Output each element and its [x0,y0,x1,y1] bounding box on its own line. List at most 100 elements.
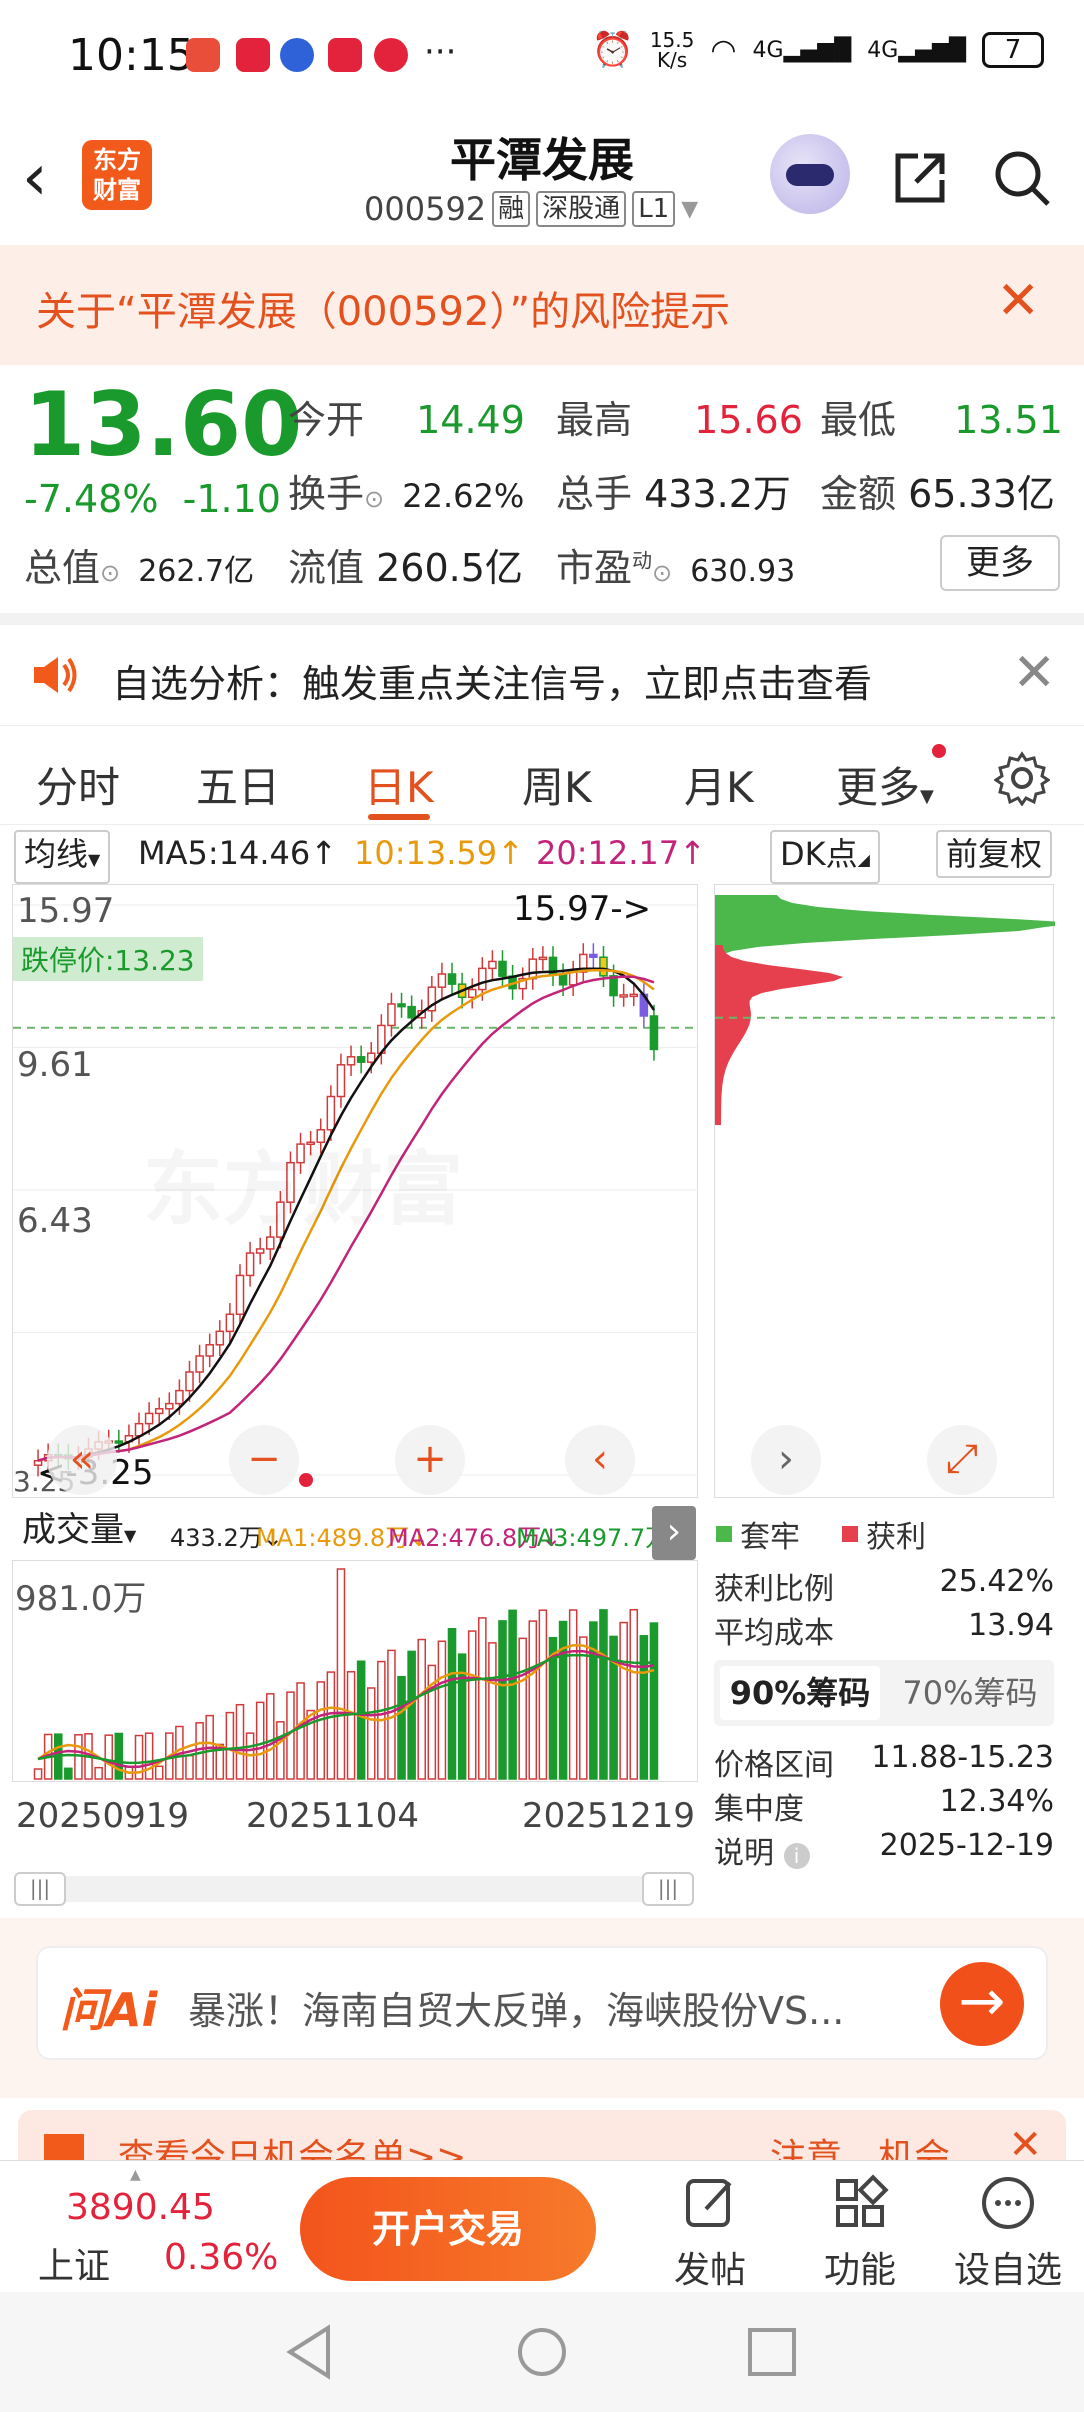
app-icon-2 [236,38,270,72]
zoom-out-icon[interactable]: − [229,1425,299,1495]
volume-bar [296,1682,305,1780]
chip-segment: 90%筹码 70%筹码 [714,1660,1054,1726]
candle-body [447,973,457,985]
segment-70[interactable]: 70%筹码 [890,1666,1050,1720]
more-button[interactable]: 更多 [940,535,1060,591]
stock-sub-info[interactable]: 000592 融 深股通 L1 ▼ [364,190,698,228]
ma-selector[interactable]: 均线▼ [14,830,111,884]
volume-bar [498,1620,507,1780]
dk-point-button[interactable]: DK点◢ [770,830,880,884]
ai-text[interactable]: 暴涨！海南自贸大反弹，海峡股份VS... [188,1980,844,2035]
nav-home-icon[interactable] [514,2324,570,2380]
tab-intraday[interactable]: 分时 [36,754,120,815]
amount-row: 金额 65.33亿 [820,463,1055,518]
volume-bar [397,1675,406,1780]
gear-icon[interactable] [994,750,1050,806]
add-watchlist-button[interactable]: 设自选 [948,2173,1068,2293]
risk-text[interactable]: 关于“平潭发展（000592）”的风险提示 [36,279,730,337]
volume-bar [417,1638,427,1780]
volume-chart[interactable]: 981.0万 [12,1560,698,1782]
system-nav-bar [0,2292,1084,2412]
tab-monthly-k[interactable]: 月K [684,754,754,815]
volume-bar [144,1732,154,1780]
step-left-icon[interactable]: ‹ [565,1425,635,1495]
candle-body [195,1355,204,1373]
tab-weekly-k[interactable]: 周K [522,754,592,815]
nav-back-icon[interactable] [284,2324,334,2380]
low-label: 最低 [820,398,897,442]
close-icon[interactable]: ✕ [1012,643,1056,703]
chip-distribution[interactable]: › ⤢ [714,884,1055,1498]
analysis-banner[interactable]: 自选分析：触发重点关注信号，立即点击查看 ✕ [0,625,1084,725]
dropdown-icon: ▼ [681,196,699,222]
arrow-right-icon[interactable]: → [940,1962,1024,2046]
high-row: 最高 15.66 [556,389,803,444]
candle-body [235,1274,245,1316]
more-circle-icon [982,2177,1034,2229]
share-icon[interactable] [888,146,952,210]
volume-bar [447,1627,457,1780]
note: 说明 i 2025-12-19 [714,1828,1054,1872]
volume-bar [276,1721,285,1780]
date-tick-2: 20251104 [246,1796,420,1836]
volume-selector[interactable]: 成交量▼ [14,1508,145,1558]
segment-90[interactable]: 90%筹码 [720,1666,880,1720]
risk-banner[interactable]: 关于“平潭发展（000592）”的风险提示 ✕ [0,245,1084,365]
info-icon[interactable]: i [783,1843,810,1869]
high-value: 15.66 [694,398,803,442]
trade-button[interactable]: 开户交易 [300,2177,596,2281]
search-icon[interactable] [990,146,1054,210]
ai-prompt-box[interactable]: 问Ai 暴涨！海南自贸大反弹，海峡股份VS... → [36,1946,1048,2060]
dropdown-icon: ▼ [920,786,934,807]
tab-more[interactable]: 更多▼ [836,754,934,815]
y-axis-top: 15.97 [17,891,115,931]
index-pct[interactable]: 0.36% [164,2237,278,2278]
dk-point-label: DK点 [780,835,858,873]
candle-body [467,988,477,999]
kline-chart[interactable]: 15.97 9.61 6.43 3.25 15.97-> <-3.25 跌停价:… [12,884,699,1498]
candle-body [649,1015,659,1051]
low-row: 最低 13.51 [820,389,1063,444]
candle-body [185,1371,194,1392]
chevron-right-icon[interactable]: › [751,1425,821,1495]
nav-recents-icon[interactable] [744,2324,800,2380]
close-icon[interactable]: ✕ [996,271,1040,331]
expand-icon[interactable]: ⤢ [927,1425,997,1495]
index-name[interactable]: 上证 [38,2237,110,2289]
post-button[interactable]: 发帖 [650,2173,770,2293]
scroll-left-icon[interactable]: « [47,1425,117,1495]
volume-bar [629,1608,639,1780]
volume-value: 433.2万 [644,472,791,516]
dropdown-icon: ▼ [124,1526,137,1545]
app-icon-5 [374,38,408,72]
zoom-in-icon[interactable]: + [395,1425,465,1495]
tab-more-label: 更多 [836,763,921,812]
price-range: 价格区间 11.88-15.23 [714,1740,1054,1784]
chevron-right-icon[interactable]: › [652,1506,696,1560]
turnover-value: 22.62% [402,477,525,515]
analysis-text[interactable]: 自选分析：触发重点关注信号，立即点击查看 [112,653,872,708]
volume-bar [619,1621,628,1780]
functions-button[interactable]: 功能 [800,2173,920,2293]
adjust-button[interactable]: 前复权 [936,830,1053,878]
info-icon[interactable]: ⊙ [652,559,672,587]
slider-left-handle[interactable]: ||| [14,1872,66,1906]
info-icon[interactable]: ⊙ [364,485,384,513]
tab-five-day[interactable]: 五日 [196,754,280,815]
index-value[interactable]: 3890.45 [66,2187,215,2228]
event-marker[interactable] [299,1473,313,1487]
ai-robot-icon[interactable] [770,134,850,214]
volume-bar [255,1701,265,1780]
edit-icon [686,2179,732,2227]
index-expand-icon[interactable]: ▲ [130,2167,141,2183]
candle-body [387,1003,396,1027]
volume-bar [407,1650,416,1780]
info-icon[interactable]: ⊙ [100,559,120,587]
chip-profit-area [715,945,844,1125]
price-range-label: 价格区间 [714,1748,834,1783]
candle-body [154,1408,164,1415]
slider-right-handle[interactable]: ||| [642,1872,694,1906]
tab-daily-k[interactable]: 日K [364,754,434,815]
volume-bar [568,1609,578,1780]
range-slider[interactable]: ||| ||| [14,1872,694,1906]
